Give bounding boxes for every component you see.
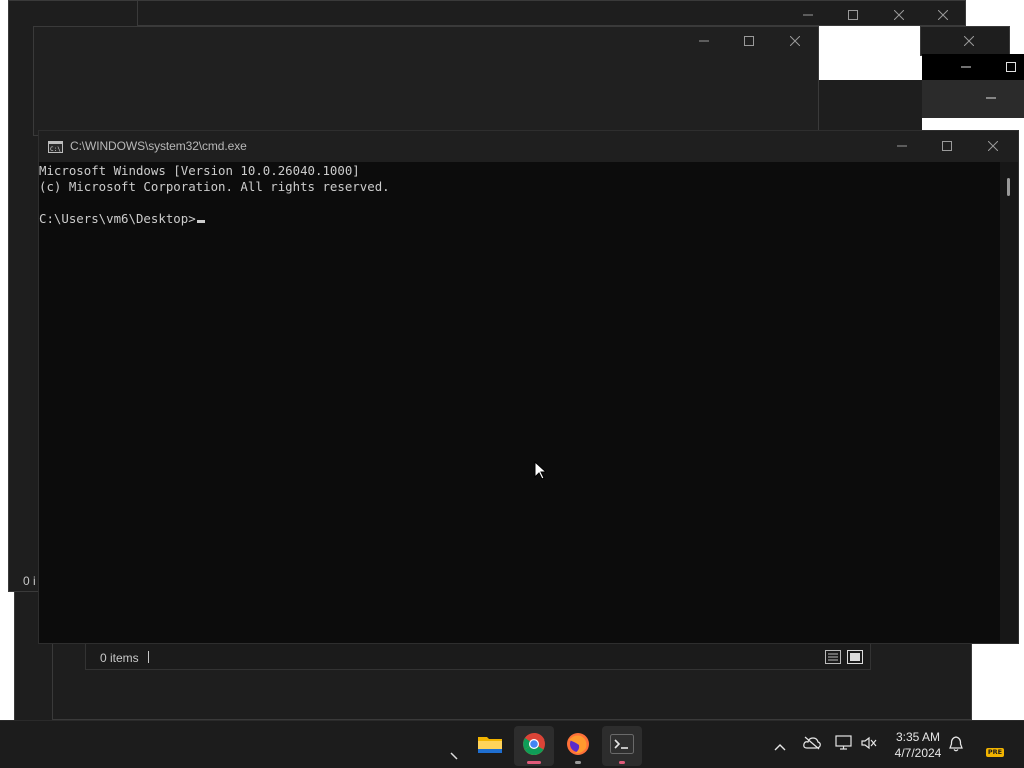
small-cursor-glyph-icon xyxy=(450,747,458,765)
console-prompt: C:\Users\vm6\Desktop> xyxy=(39,211,196,226)
bg-window-right-body xyxy=(818,80,922,132)
details-view-icon[interactable] xyxy=(825,650,841,664)
console-line: (c) Microsoft Corporation. All rights re… xyxy=(39,179,390,194)
terminal-indicator xyxy=(619,761,625,764)
volume-muted-icon[interactable] xyxy=(861,736,877,755)
taskbar-chrome[interactable] xyxy=(514,726,554,766)
mid-close-button[interactable] xyxy=(772,26,818,56)
network-icon[interactable] xyxy=(835,735,852,755)
cmd-scrollbar[interactable] xyxy=(1000,162,1018,643)
cmd-scrollbar-thumb[interactable] xyxy=(1007,178,1010,196)
tiles-view-icon[interactable] xyxy=(847,650,863,664)
mid-maximize-button[interactable] xyxy=(726,26,772,56)
taskbar: 3:35 AM 4/7/2024 PRE xyxy=(0,720,1024,768)
bg-items-partial: 0 i xyxy=(23,574,36,588)
svg-text:C:\: C:\ xyxy=(50,146,61,153)
cmd-icon: C:\ xyxy=(48,140,63,153)
text-cursor xyxy=(196,220,205,223)
bg-black-minimize-button[interactable] xyxy=(943,52,989,82)
clock-date: 4/7/2024 xyxy=(894,746,942,760)
chrome-icon xyxy=(522,732,546,761)
console-line: Microsoft Windows [Version 10.0.26040.10… xyxy=(39,163,360,178)
folder-icon xyxy=(477,733,503,760)
chrome-indicator xyxy=(527,761,541,764)
bg-maximize-button[interactable] xyxy=(830,0,876,30)
cloud-off-icon[interactable] xyxy=(803,736,821,755)
cmd-maximize-button[interactable] xyxy=(924,131,970,161)
status-divider xyxy=(148,651,149,663)
cmd-title: C:\WINDOWS\system32\cmd.exe xyxy=(70,139,247,153)
terminal-icon xyxy=(610,733,634,759)
bg-gray-minimize-button[interactable] xyxy=(968,83,1014,113)
taskbar-clock[interactable]: 3:35 AM 4/7/2024 xyxy=(886,729,950,761)
explorer-statusbar: 0 items xyxy=(85,642,871,670)
cmd-console[interactable]: Microsoft Windows [Version 10.0.26040.10… xyxy=(39,162,1000,643)
cmd-window[interactable]: C:\ C:\WINDOWS\system32\cmd.exe Microsof… xyxy=(38,130,1019,644)
mouse-pointer-icon xyxy=(534,460,548,485)
mid-minimize-button[interactable] xyxy=(681,26,727,56)
pre-badge: PRE xyxy=(986,748,1004,757)
taskbar-terminal[interactable] xyxy=(602,726,642,766)
cmd-minimize-button[interactable] xyxy=(879,131,925,161)
bg-close-button[interactable] xyxy=(876,0,922,30)
bg-black-maximize-button[interactable] xyxy=(988,52,1024,82)
firefox-icon xyxy=(566,732,590,761)
taskbar-file-explorer[interactable] xyxy=(470,726,510,766)
firefox-indicator xyxy=(575,761,581,764)
cmd-titlebar[interactable]: C:\ C:\WINDOWS\system32\cmd.exe xyxy=(39,131,1018,162)
cmd-close-button[interactable] xyxy=(970,131,1016,161)
taskbar-firefox[interactable] xyxy=(558,726,598,766)
notification-bell-icon[interactable] xyxy=(949,735,963,757)
clock-time: 3:35 AM xyxy=(895,730,941,744)
chevron-up-icon[interactable] xyxy=(774,738,786,756)
items-count: 0 items xyxy=(100,651,139,665)
console-prompt-line: C:\Users\vm6\Desktop> xyxy=(39,211,1000,227)
